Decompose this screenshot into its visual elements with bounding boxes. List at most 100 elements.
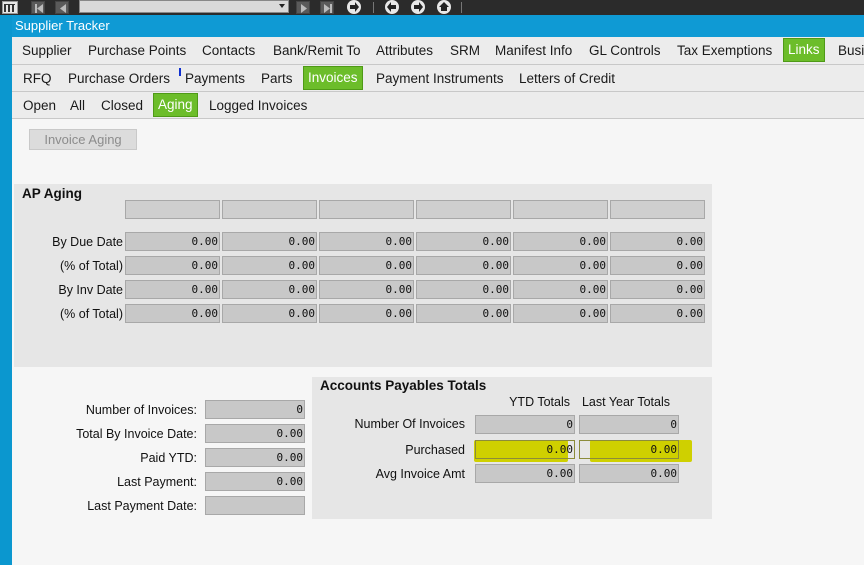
paid-ytd-label: Paid YTD:: [140, 451, 197, 465]
aging-cell: 0.00: [222, 256, 317, 275]
ap-aging-panel: AP Aging By Due Date 0.00 0.00 0.00 0.00…: [14, 184, 712, 367]
window-title: Supplier Tracker: [12, 15, 864, 37]
avg-invoice-amt-last-year: 0.00: [579, 464, 679, 483]
aging-cell: 0.00: [222, 280, 317, 299]
tab-rfq[interactable]: RFQ: [23, 69, 52, 89]
ap-number-of-invoices-last-year: 0: [579, 415, 679, 434]
tab-manifest-info[interactable]: Manifest Info: [495, 41, 572, 61]
aging-cell: 0.00: [319, 280, 414, 299]
chevron-down-icon: [279, 4, 285, 8]
aging-column-header: [513, 200, 608, 219]
aging-cell: 0.00: [513, 280, 608, 299]
aging-cell: 0.00: [513, 232, 608, 251]
last-payment-value: 0.00: [205, 472, 305, 491]
last-payment-date-label: Last Payment Date:: [87, 499, 197, 513]
last-record-icon[interactable]: [320, 1, 334, 14]
ytd-totals-header: YTD Totals: [509, 395, 570, 409]
aging-cell: 0.00: [319, 232, 414, 251]
ap-number-of-invoices-ytd: 0: [475, 415, 575, 434]
tab-supplier[interactable]: Supplier: [22, 41, 72, 61]
tab-payments[interactable]: Payments: [185, 69, 245, 89]
last-payment-label: Last Payment:: [117, 475, 197, 489]
aging-column-header: [416, 200, 511, 219]
purchased-label: Purchased: [405, 443, 465, 457]
tab-attributes[interactable]: Attributes: [376, 41, 433, 61]
aging-content: Invoice Aging AP Aging By Due Date 0.00 …: [12, 119, 864, 565]
aging-cell: 0.00: [610, 280, 705, 299]
go-icon[interactable]: [347, 0, 361, 14]
aging-cell: 0.00: [222, 232, 317, 251]
aging-column-header: [610, 200, 705, 219]
menu-icon[interactable]: [2, 1, 18, 14]
ap-aging-title: AP Aging: [22, 186, 82, 201]
aging-cell: 0.00: [416, 256, 511, 275]
aging-cell: 0.00: [125, 280, 220, 299]
tab-all[interactable]: All: [70, 96, 85, 116]
home-icon[interactable]: [437, 0, 451, 14]
aging-cell: 0.00: [610, 256, 705, 275]
tab-open[interactable]: Open: [23, 96, 56, 116]
prev-record-icon[interactable]: [55, 1, 69, 14]
total-by-invoice-date-label: Total By Invoice Date:: [76, 427, 197, 441]
tab-aging[interactable]: Aging: [153, 93, 198, 117]
number-of-invoices-label: Number of Invoices:: [85, 403, 197, 417]
tab-bank-remit-to[interactable]: Bank/Remit To: [273, 41, 361, 61]
aging-cell: 0.00: [222, 304, 317, 323]
aging-cell: 0.00: [125, 304, 220, 323]
indicator-mark: [179, 68, 181, 76]
tab-gl-controls[interactable]: GL Controls: [589, 41, 661, 61]
record-selector[interactable]: [79, 0, 289, 13]
aging-cell: 0.00: [610, 232, 705, 251]
aging-cell: 0.00: [319, 304, 414, 323]
aging-cell: 0.00: [416, 232, 511, 251]
aging-row-label: (% of Total): [60, 307, 123, 321]
avg-invoice-amt-label: Avg Invoice Amt: [375, 467, 465, 481]
tab-logged-invoices[interactable]: Logged Invoices: [209, 96, 307, 116]
last-year-totals-header: Last Year Totals: [581, 395, 670, 409]
aging-column-header: [222, 200, 317, 219]
forward-icon[interactable]: [411, 0, 425, 14]
aging-column-header: [319, 200, 414, 219]
top-toolbar: [0, 0, 864, 15]
paid-ytd-value: 0.00: [205, 448, 305, 467]
aging-cell: 0.00: [319, 256, 414, 275]
links-tab-bar: RFQ Purchase Orders Payments Parts Invoi…: [12, 65, 864, 92]
back-icon[interactable]: [385, 0, 399, 14]
tab-tax-exemptions[interactable]: Tax Exemptions: [677, 41, 772, 61]
ap-number-of-invoices-label: Number Of Invoices: [354, 417, 465, 431]
aging-row-label: By Inv Date: [58, 283, 123, 297]
aging-cell: 0.00: [610, 304, 705, 323]
tab-closed[interactable]: Closed: [101, 96, 143, 116]
tab-contacts[interactable]: Contacts: [202, 41, 255, 61]
toolbar-divider: [373, 2, 374, 13]
next-record-icon[interactable]: [296, 1, 310, 14]
tab-business[interactable]: Busi: [838, 41, 864, 61]
left-accent-strip: [0, 15, 12, 565]
number-of-invoices-value: 0: [205, 400, 305, 419]
aging-cell: 0.00: [513, 256, 608, 275]
avg-invoice-amt-ytd: 0.00: [475, 464, 575, 483]
total-by-invoice-date-value: 0.00: [205, 424, 305, 443]
tab-purchase-orders[interactable]: Purchase Orders: [68, 69, 170, 89]
ap-totals-panel: Accounts Payables Totals YTD Totals Last…: [312, 377, 712, 519]
ap-totals-title: Accounts Payables Totals: [320, 378, 487, 393]
purchased-ytd: 0.00: [475, 440, 575, 459]
tab-payment-instruments[interactable]: Payment Instruments: [376, 69, 504, 89]
first-record-icon[interactable]: [31, 1, 45, 14]
tab-purchase-points[interactable]: Purchase Points: [88, 41, 186, 61]
aging-cell: 0.00: [416, 280, 511, 299]
invoice-aging-button[interactable]: Invoice Aging: [29, 129, 137, 150]
tab-links[interactable]: Links: [783, 38, 825, 62]
toolbar-divider: [461, 2, 462, 13]
invoices-tab-bar: Open All Closed Aging Logged Invoices: [12, 92, 864, 119]
last-payment-date-value: [205, 496, 305, 515]
aging-cell: 0.00: [125, 232, 220, 251]
tab-invoices[interactable]: Invoices: [303, 66, 363, 90]
purchased-last-year: 0.00: [579, 440, 679, 459]
aging-column-header: [125, 200, 220, 219]
tab-letters-of-credit[interactable]: Letters of Credit: [519, 69, 615, 89]
tab-srm[interactable]: SRM: [450, 41, 480, 61]
aging-row-label: By Due Date: [52, 235, 123, 249]
aging-row-label: (% of Total): [60, 259, 123, 273]
tab-parts[interactable]: Parts: [261, 69, 293, 89]
